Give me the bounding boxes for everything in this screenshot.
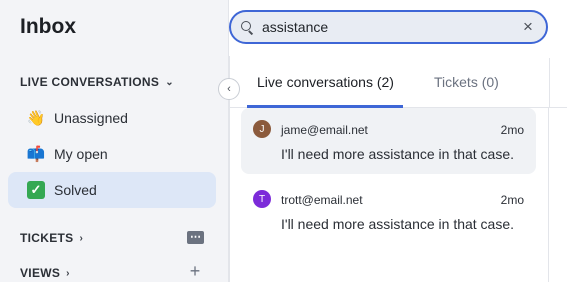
tickets-header-label: TICKETS — [20, 231, 74, 245]
close-icon[interactable]: × — [519, 18, 537, 36]
search-icon — [241, 20, 254, 34]
conversation-list-item[interactable]: J jame@email.net 2mo I'll need more assi… — [241, 108, 536, 174]
sidebar-item-label: Unassigned — [54, 110, 128, 126]
mailbox-icon: 📫 — [26, 146, 46, 163]
views-header[interactable]: VIEWS › — [20, 266, 70, 280]
conversation-time: 2mo — [500, 193, 524, 207]
conversation-email: trott@email.net — [281, 193, 363, 207]
ticket-icon[interactable]: ⋯ — [187, 231, 204, 244]
chevron-right-icon: › — [66, 267, 70, 279]
sidebar-item-label: Solved — [54, 182, 97, 198]
search-input[interactable] — [262, 19, 512, 35]
conversation-preview: I'll need more assistance in that case. — [281, 146, 515, 162]
sidebar-item-unassigned[interactable]: 👋 Unassigned — [8, 100, 216, 136]
sidebar-item-solved[interactable]: ✓ Solved — [8, 172, 216, 208]
collapse-sidebar-chevron-left-icon[interactable]: ‹ — [218, 78, 240, 100]
conversation-email: jame@email.net — [281, 123, 368, 137]
conversation-list-item[interactable]: T trott@email.net 2mo I'll need more ass… — [241, 178, 536, 244]
sidebar-item-my-open[interactable]: 📫 My open — [8, 136, 216, 172]
views-header-label: VIEWS — [20, 266, 61, 280]
tab-live-conversations[interactable]: Live conversations (2) — [257, 74, 394, 90]
divider — [549, 58, 550, 108]
tab-tickets[interactable]: Tickets (0) — [434, 74, 499, 90]
sidebar-item-label: My open — [54, 146, 108, 162]
conversation-preview: I'll need more assistance in that case. — [281, 216, 515, 232]
conversation-time: 2mo — [500, 123, 524, 137]
chevron-right-icon: › — [79, 232, 84, 244]
chevron-down-icon: ⌄ — [165, 76, 174, 88]
search-bar: × — [229, 10, 548, 44]
inbox-title: Inbox — [20, 15, 76, 38]
add-view-plus-icon[interactable]: + — [188, 262, 202, 280]
avatar: J — [253, 120, 271, 138]
check-mark-icon: ✓ — [27, 181, 45, 199]
live-conversations-header[interactable]: LIVE CONVERSATIONS ⌄ — [20, 75, 174, 89]
waving-hand-icon: 👋 — [26, 110, 46, 127]
sidebar: Inbox LIVE CONVERSATIONS ⌄ 👋 Unassigned … — [0, 0, 229, 282]
live-conversations-header-label: LIVE CONVERSATIONS — [20, 75, 160, 89]
tabs-bar: Live conversations (2) Tickets (0) — [229, 56, 567, 108]
avatar: T — [253, 190, 271, 208]
tickets-header[interactable]: TICKETS › — [20, 231, 83, 245]
check-mark-icon-wrap: ✓ — [26, 180, 46, 200]
divider — [548, 108, 549, 282]
